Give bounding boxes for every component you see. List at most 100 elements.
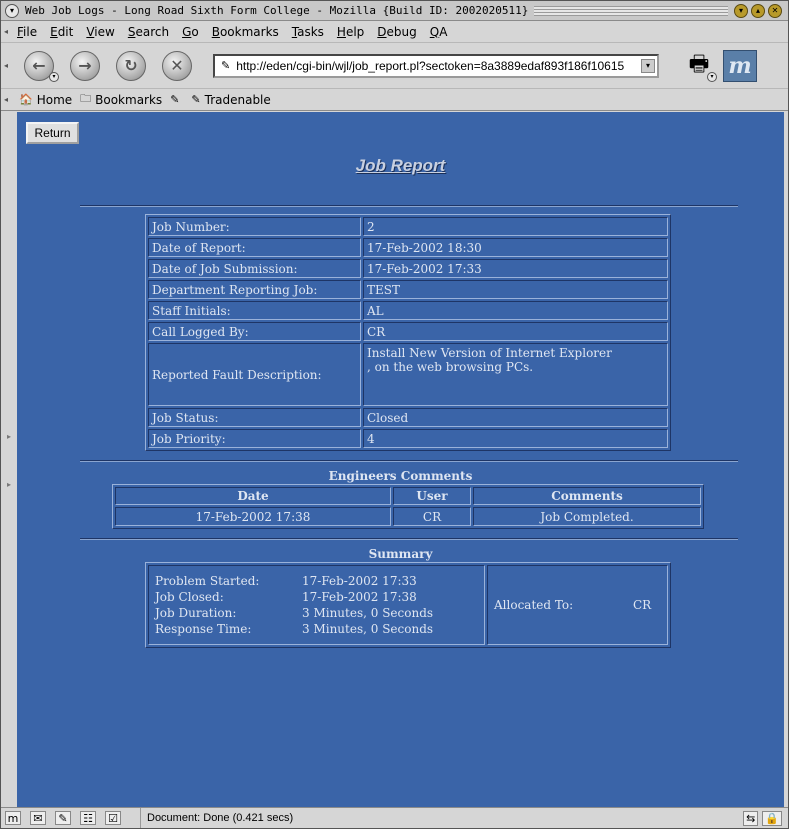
menu-file[interactable]: File [11,21,44,43]
window-title: Web Job Logs - Long Road Sixth Form Coll… [25,4,529,17]
title-bar[interactable]: ▾ Web Job Logs - Long Road Sixth Form Co… [1,1,788,21]
url-bar[interactable]: ✎ http://eden/cgi-bin/wjl/job_report.pl?… [213,53,659,78]
job-priority-value: 4 [363,429,668,448]
comment-text: Job Completed. [473,507,701,526]
menu-file-label: ile [23,24,38,39]
menu-bar: ◂ File Edit View Search Go Bookmarks Tas… [1,21,788,43]
window-menu-icon[interactable]: ▾ [5,3,19,18]
table-row: Call Logged By: CR [148,322,668,341]
menu-help-accel: H [336,24,346,39]
department-value: TEST [363,280,668,299]
job-duration-value: 3 Minutes, 0 Seconds [302,606,434,620]
menu-qa[interactable]: QA [424,21,455,43]
engineers-comments-table: Date User Comments 17-Feb-2002 17:38 CR … [112,484,704,529]
status-text: Document: Done (0.421 secs) [147,812,294,824]
tradenable-label: Tradenable [204,92,271,107]
home-label: Home [36,92,73,107]
response-time-value: 3 Minutes, 0 Seconds [302,622,434,636]
reload-button[interactable]: ↻ [113,48,149,84]
print-button[interactable]: 🖶 ▾ [681,48,717,84]
personalbar-grip-icon[interactable]: ◂ [1,89,11,110]
menu-debug-label: ebug [386,24,417,39]
back-button[interactable]: ← ▾ [21,48,59,84]
sidebar-expand-icon[interactable]: ▸ [7,432,11,441]
browser-window: ▾ Web Job Logs - Long Road Sixth Form Co… [0,0,789,829]
sidebar-expand-icon[interactable]: ▸ [7,480,11,489]
mozilla-throbber-icon[interactable]: m [723,49,757,82]
forward-arrow-icon: → [70,50,100,81]
menu-qa-accel: Q [429,24,440,39]
menubar-grip-icon[interactable]: ◂ [1,21,11,42]
allocated-to-label: Allocated To: [494,598,574,612]
bookmarks-button[interactable]: 🗀 Bookmarks [80,90,162,109]
stop-button[interactable]: ✕ [159,48,195,84]
mail-icon[interactable]: ✉ [30,811,46,825]
menu-help[interactable]: Help [331,21,371,43]
menu-view[interactable]: View [80,21,121,43]
date-of-submission-label: Date of Job Submission: [148,259,361,278]
summary-table: Problem Started: 17-Feb-2002 17:33 Job C… [145,562,671,648]
menu-search[interactable]: Search [122,21,176,43]
table-row: Date of Report: 17-Feb-2002 18:30 [148,238,668,257]
fault-description-line: Install New Version of Internet Explorer [367,346,612,360]
menu-edit-label: dit [57,24,74,39]
reload-icon: ↻ [116,50,146,81]
bookmark-icon: ✎ [191,93,201,106]
chat-icon[interactable]: ☑ [105,811,121,825]
menu-go-accel: G [182,24,192,39]
return-button[interactable]: Return [26,122,79,144]
fault-description-value: Install New Version of Internet Explorer… [363,343,668,406]
table-row: Job Priority: 4 [148,429,668,448]
job-closed-label: Job Closed: [155,590,224,604]
summary-times-cell: Problem Started: 17-Feb-2002 17:33 Job C… [148,565,485,645]
forward-button[interactable]: → [67,48,103,84]
response-time-label: Response Time: [155,622,252,636]
divider [80,460,738,462]
navigation-toolbar: ◂ ← ▾ → ↻ ✕ ✎ http://eden/cgi-bin/wjl/jo… [1,43,788,89]
close-icon[interactable]: ✕ [768,3,782,18]
maximize-icon[interactable]: ▴ [751,3,765,18]
print-dropdown-icon[interactable]: ▾ [707,71,717,82]
page-proxy-icon[interactable]: ✎ [221,59,230,72]
security-lock-icon[interactable]: 🔒 [762,810,782,826]
sidebar-splitter[interactable]: ▸ ▸ [1,112,17,807]
menu-go[interactable]: Go [176,21,206,43]
home-icon: 🏠 [19,93,33,106]
table-row: Job Status: Closed [148,408,668,427]
personal-toolbar: ◂ 🏠 Home 🗀 Bookmarks ✎ ✎ Tradenable [1,89,788,111]
home-button[interactable]: 🏠 Home [19,93,72,107]
menu-edit[interactable]: Edit [44,21,80,43]
menu-debug[interactable]: Debug [371,21,423,43]
job-closed-value: 17-Feb-2002 17:38 [302,590,417,604]
job-duration-label: Job Duration: [155,606,237,620]
table-header-row: Date User Comments [115,487,701,505]
navbar-grip-icon[interactable]: ◂ [1,43,11,88]
table-row: Staff Initials: AL [148,301,668,320]
page-content: Return Job Report Job Number: 2 Date of … [17,112,784,807]
url-input[interactable]: http://eden/cgi-bin/wjl/job_report.pl?se… [236,59,641,73]
url-history-dropdown-icon[interactable]: ▾ [641,58,655,73]
date-of-report-label: Date of Report: [148,238,361,257]
job-status-value: Closed [363,408,668,427]
menu-bookmarks[interactable]: Bookmarks [206,21,286,43]
job-status-label: Job Status: [148,408,361,427]
menu-tasks[interactable]: Tasks [286,21,331,43]
job-details-table: Job Number: 2 Date of Report: 17-Feb-200… [145,214,671,451]
problem-started-value: 17-Feb-2002 17:33 [302,574,417,588]
address-book-icon[interactable]: ☷ [80,811,96,825]
table-row: Job Number: 2 [148,217,668,236]
divider [80,205,738,207]
department-label: Department Reporting Job: [148,280,361,299]
table-row: Date of Job Submission: 17-Feb-2002 17:3… [148,259,668,278]
column-header-date: Date [115,487,391,505]
menu-debug-accel: D [377,24,387,39]
menu-edit-accel: E [50,24,58,39]
back-dropdown-icon[interactable]: ▾ [49,71,59,82]
online-status-icon[interactable]: ⇆ [743,810,759,826]
composer-icon[interactable]: ✎ [55,811,71,825]
minimize-icon[interactable]: ▾ [734,3,748,18]
tradenable-bookmark[interactable]: ✎ Tradenable [191,93,270,107]
folder-icon: 🗀 [80,92,92,105]
allocated-to-value: CR [633,598,652,612]
navigator-icon[interactable]: m [5,811,21,825]
